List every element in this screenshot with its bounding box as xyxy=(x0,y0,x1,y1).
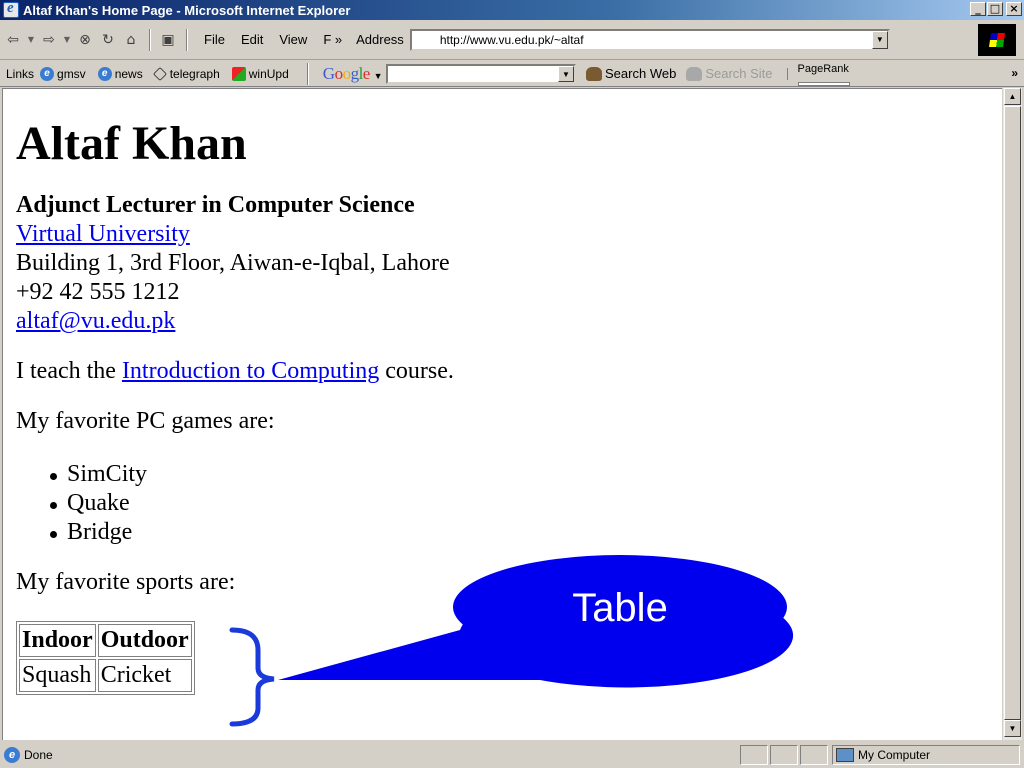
sports-table: Indoor Outdoor Squash Cricket xyxy=(16,621,195,695)
pagerank-bar xyxy=(797,81,850,86)
menu-file[interactable]: File xyxy=(196,32,233,47)
page-viewport[interactable]: Altaf Khan Adjunct Lecturer in Computer … xyxy=(2,88,1002,740)
status-panel xyxy=(800,745,828,765)
menu-overflow[interactable]: F » xyxy=(315,32,350,47)
minimize-button[interactable]: _ xyxy=(970,2,986,16)
search-web-button[interactable]: Search Web xyxy=(586,66,676,81)
window-title: Altaf Khan's Home Page - Microsoft Inter… xyxy=(23,2,351,18)
link-news-label: news xyxy=(114,66,143,81)
zone-label: My Computer xyxy=(858,748,931,762)
diamond-icon xyxy=(152,66,167,81)
toolbar-overflow-chevron-icon[interactable]: » xyxy=(1011,66,1018,80)
google-search-dropdown-icon[interactable]: ▼ xyxy=(558,65,575,82)
link-telegraph-label: telegraph xyxy=(169,66,220,81)
ie-app-icon[interactable] xyxy=(3,0,19,18)
binoculars-icon xyxy=(586,66,603,81)
refresh-icon[interactable]: ↻ xyxy=(97,29,119,51)
search-site-label: Search Site xyxy=(705,66,773,81)
list-item: Bridge xyxy=(50,518,1002,547)
university-link[interactable]: Virtual University xyxy=(16,221,190,247)
table-cell: Squash xyxy=(19,659,96,692)
email-link[interactable]: altaf@vu.edu.pk xyxy=(16,308,175,334)
status-panel xyxy=(770,745,798,765)
link-news[interactable]: e news xyxy=(97,66,143,81)
status-text: Done xyxy=(24,748,53,762)
table-header-cell: Indoor xyxy=(19,624,96,657)
address-label: Address xyxy=(356,32,404,47)
games-intro: My favorite PC games are: xyxy=(16,408,275,434)
teach-suffix: course. xyxy=(379,358,454,384)
security-zone[interactable]: My Computer xyxy=(836,745,930,765)
address-value[interactable]: http://www.vu.edu.pk/~altaf xyxy=(440,33,584,47)
maximize-button[interactable]: □ xyxy=(987,2,1003,16)
link-gmsv[interactable]: e gmsv xyxy=(40,66,86,81)
windows-logo-icon xyxy=(978,24,1016,56)
status-panel xyxy=(740,745,768,765)
search-web-label: Search Web xyxy=(605,66,677,81)
list-item: SimCity xyxy=(50,460,1002,489)
vertical-scrollbar[interactable]: ▲ ▼ xyxy=(1002,88,1022,740)
address-input[interactable]: http://www.vu.edu.pk/~altaf ▼ xyxy=(409,28,890,51)
toolbar-separator xyxy=(306,62,309,85)
back-arrow-icon[interactable]: ⇦ xyxy=(2,29,24,51)
games-list: SimCity Quake Bridge xyxy=(50,460,1002,547)
scrollbar-thumb[interactable] xyxy=(1004,106,1021,720)
windows-update-icon xyxy=(231,66,246,81)
links-label: Links xyxy=(6,66,35,81)
toolbar-separator xyxy=(149,28,151,51)
menu-edit[interactable]: Edit xyxy=(233,32,271,47)
list-item: Quake xyxy=(50,489,1002,518)
table-header-cell: Outdoor xyxy=(97,624,192,657)
scroll-down-arrow-icon[interactable]: ▼ xyxy=(1004,720,1021,737)
nav-buttons: ⇦ ▼ ⇨ ▼ ⊗ ↻ ⌂ ▣ xyxy=(0,27,196,53)
links-toolbar: Links e gmsv e news telegraph winUpd Goo… xyxy=(0,61,1024,87)
teaching-sentence: I teach the Introduction to Computing co… xyxy=(16,357,1002,386)
address-dropdown-icon[interactable]: ▼ xyxy=(871,30,888,49)
media-icon[interactable]: ▣ xyxy=(157,29,179,51)
link-winupd[interactable]: winUpd xyxy=(231,66,289,81)
search-site-icon xyxy=(686,66,703,81)
link-telegraph[interactable]: telegraph xyxy=(152,66,220,81)
stop-icon[interactable]: ⊗ xyxy=(74,29,96,51)
search-site-button[interactable]: Search Site xyxy=(686,66,773,81)
course-link[interactable]: Introduction to Computing xyxy=(122,358,379,384)
google-logo[interactable]: Google ▼ xyxy=(323,64,383,84)
teach-prefix: I teach the xyxy=(16,358,122,384)
ie-page-icon: e xyxy=(4,747,20,763)
computer-icon xyxy=(836,748,854,762)
home-icon[interactable]: ⌂ xyxy=(120,29,142,51)
callout-label: Table xyxy=(572,586,668,630)
window-controls: _ □ × xyxy=(969,2,1022,16)
toolbar-separator xyxy=(186,28,188,51)
link-gmsv-label: gmsv xyxy=(57,66,86,81)
menu-view[interactable]: View xyxy=(271,32,315,47)
pagerank-indicator[interactable]: PageRank xyxy=(786,63,867,86)
main-toolbar: ⇦ ▼ ⇨ ▼ ⊗ ↻ ⌂ ▣ File Edit View F » Addre… xyxy=(0,20,1024,60)
link-winupd-label: winUpd xyxy=(248,66,289,81)
table-row: Squash Cricket xyxy=(19,659,192,692)
table-header-row: Indoor Outdoor xyxy=(19,624,192,657)
status-bar: e Done My Computer xyxy=(0,742,1024,768)
ie-page-icon: e xyxy=(97,66,112,81)
pagerank-label: PageRank xyxy=(797,62,849,75)
page-heading: Altaf Khan xyxy=(16,117,247,170)
ie-page-icon: e xyxy=(40,66,55,81)
job-title: Adjunct Lecturer in Computer Science xyxy=(16,192,415,218)
office-address: Building 1, 3rd Floor, Aiwan-e-Iqbal, La… xyxy=(16,250,450,276)
scroll-up-arrow-icon[interactable]: ▲ xyxy=(1004,88,1021,105)
forward-dropdown-icon[interactable]: ▼ xyxy=(61,29,73,51)
google-search-input[interactable]: ▼ xyxy=(386,63,577,84)
forward-arrow-icon[interactable]: ⇨ xyxy=(38,29,60,51)
window-title-bar[interactable]: Altaf Khan's Home Page - Microsoft Inter… xyxy=(0,0,1024,20)
table-cell: Cricket xyxy=(97,659,192,692)
phone-number: +92 42 555 1212 xyxy=(16,279,180,305)
back-dropdown-icon[interactable]: ▼ xyxy=(25,29,37,51)
close-button[interactable]: × xyxy=(1006,2,1022,16)
